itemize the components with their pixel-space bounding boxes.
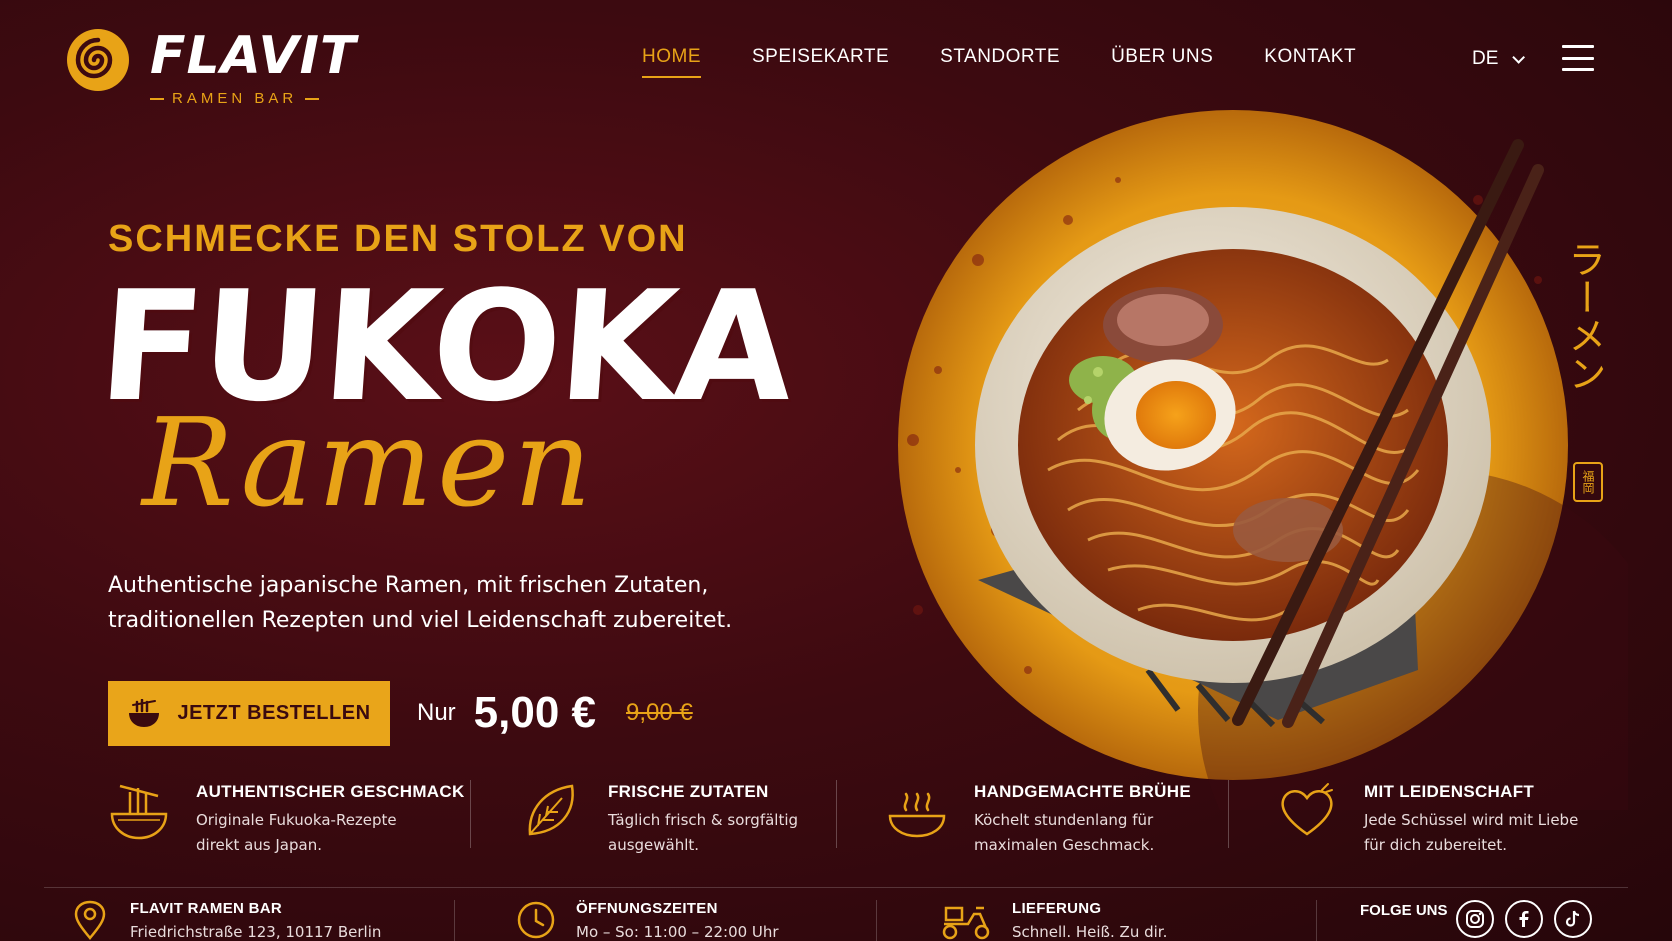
instagram-button[interactable] [1456, 900, 1494, 938]
hamburger-menu-button[interactable] [1562, 45, 1594, 71]
info-hours: ÖFFNUNGSZEITEN Mo – So: 11:00 – 22:00 Uh… [516, 900, 779, 941]
tiktok-icon [1565, 910, 1580, 927]
landing-page: FLAVIT RAMEN BAR HOME SPEISEKARTE STANDO… [0, 0, 1672, 941]
fukuoka-stamp: 福岡 [1573, 462, 1603, 502]
features-row: AUTHENTISCHER GESCHMACK Originale Fukuok… [104, 780, 1624, 880]
tiktok-button[interactable] [1554, 900, 1592, 938]
feature-title: FRISCHE ZUTATEN [608, 782, 769, 801]
leaf-icon [528, 784, 574, 836]
facebook-button[interactable] [1505, 900, 1543, 938]
hero-script-title: Ramen [142, 392, 596, 534]
feature-authentic: AUTHENTISCHER GESCHMACK Originale Fukuok… [108, 780, 465, 858]
feature-passion: MIT LEIDENSCHAFT Jede Schüssel wird mit … [1276, 780, 1584, 858]
info-title: FLAVIT RAMEN BAR [130, 900, 283, 917]
heart-icon [1281, 783, 1333, 836]
delivery-scooter-icon [942, 906, 990, 940]
ramen-bowl-icon [129, 698, 160, 727]
feature-fresh: FRISCHE ZUTATEN Täglich frisch & sorgfäl… [520, 780, 808, 858]
nav-speisekarte[interactable]: SPEISEKARTE [752, 46, 889, 78]
nav-home[interactable]: HOME [642, 46, 701, 78]
info-text: Mo – So: 11:00 – 22:00 Uhr [576, 923, 779, 941]
feature-text: Jede Schüssel wird mit Liebe für dich zu… [1364, 811, 1579, 854]
chevron-down-icon [1512, 50, 1526, 64]
nav-kontakt[interactable]: KONTAKT [1264, 46, 1356, 78]
main-nav: HOME SPEISEKARTE STANDORTE ÜBER UNS KONT… [642, 46, 1356, 78]
hero-kicker: SCHMECKE DEN STOLZ VON [108, 218, 688, 260]
brand-tagline: RAMEN BAR [172, 90, 298, 107]
location-pin-icon [74, 900, 106, 940]
info-text: Schnell. Heiß. Zu dir. [1012, 923, 1168, 941]
feature-text: Köchelt stundenlang für maximalen Geschm… [974, 811, 1155, 854]
price-current: 5,00 € [473, 688, 597, 737]
price-old: 9,00 € [626, 699, 693, 726]
order-now-label: JETZT BESTELLEN [177, 702, 371, 724]
follow-us-title: FOLGE UNS [1360, 902, 1448, 919]
spiral-logo-icon [67, 29, 129, 91]
hero-description: Authentische japanische Ramen, mit frisc… [108, 573, 733, 633]
social-links [1456, 900, 1592, 938]
feature-title: MIT LEIDENSCHAFT [1364, 782, 1535, 801]
feature-text: Täglich frisch & sorgfältig ausgewählt. [608, 811, 799, 854]
stamp-text: 福岡 [1581, 470, 1595, 494]
language-label: DE [1472, 48, 1499, 69]
feature-title: AUTHENTISCHER GESCHMACK [196, 782, 465, 801]
info-text: Friedrichstraße 123, 10117 Berlin [130, 923, 382, 941]
order-now-button[interactable]: JETZT BESTELLEN [108, 681, 390, 746]
feature-broth: HANDGEMACHTE BRÜHE Köchelt stundenlang f… [886, 780, 1191, 858]
info-title: LIEFERUNG [1012, 900, 1102, 917]
facebook-icon [1519, 911, 1529, 927]
instagram-icon [1466, 910, 1484, 928]
feature-text: Originale Fukuoka-Rezepte direkt aus Jap… [196, 811, 397, 854]
nav-standorte[interactable]: STANDORTE [940, 46, 1060, 78]
brand-name: FLAVIT [150, 26, 357, 86]
info-bar: FLAVIT RAMEN BAR Friedrichstraße 123, 10… [44, 887, 1628, 941]
ramen-bowl-image [898, 110, 1628, 810]
info-title: ÖFFNUNGSZEITEN [576, 900, 718, 917]
feature-title: HANDGEMACHTE BRÜHE [974, 782, 1191, 801]
price-block: Nur 5,00 € 9,00 € [417, 688, 693, 738]
language-selector[interactable]: DE [1472, 48, 1526, 70]
info-location: FLAVIT RAMEN BAR Friedrichstraße 123, 10… [70, 900, 381, 941]
nav-ueber-uns[interactable]: ÜBER UNS [1111, 46, 1213, 78]
noodle-bowl-icon [110, 784, 168, 840]
clock-icon [517, 901, 555, 939]
vertical-japanese-text: ラーメン [1562, 240, 1606, 392]
steaming-bowl-icon [888, 792, 946, 838]
brand-logo[interactable]: FLAVIT RAMEN BAR [64, 26, 356, 107]
info-delivery: LIEFERUNG Schnell. Heiß. Zu dir. [940, 900, 1167, 941]
price-prefix: Nur [417, 699, 456, 726]
